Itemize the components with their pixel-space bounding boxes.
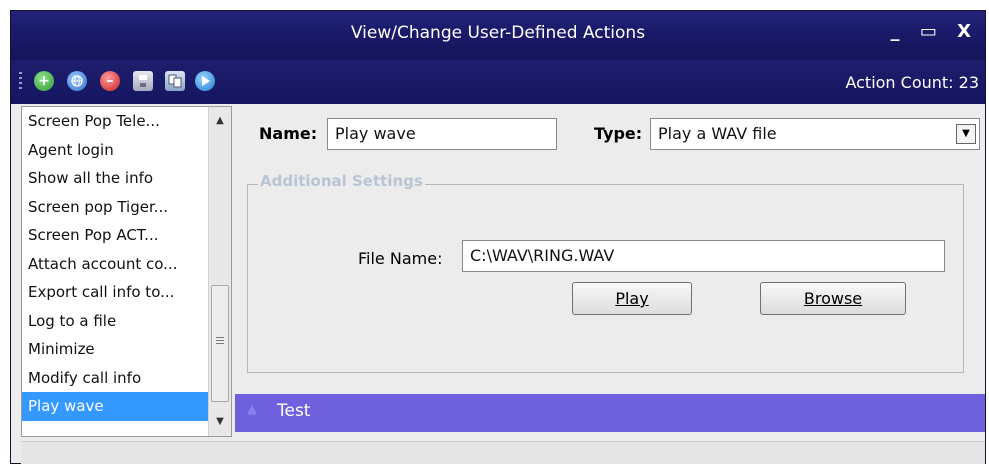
action-list-item[interactable]: Screen Pop ACT... xyxy=(22,221,231,250)
test-section-label: Test xyxy=(277,401,311,421)
action-list-item[interactable]: Log to a file xyxy=(22,307,231,336)
action-list[interactable]: Screen Pop Tele... Agent login Show all th… xyxy=(21,106,232,437)
action-list-item[interactable]: Play wave xyxy=(22,392,231,421)
list-scrollbar[interactable]: ▲ ▼ xyxy=(208,107,231,436)
action-list-item[interactable]: Screen pop Tiger... xyxy=(22,193,231,222)
play-glyph-icon xyxy=(202,76,210,86)
scrollbar-grip-icon xyxy=(216,337,224,346)
close-button[interactable]: X xyxy=(957,21,971,42)
toolbar: + – Action Count: 23 xyxy=(11,60,985,104)
copy-glyph-icon xyxy=(168,74,182,88)
dropdown-arrow-icon[interactable]: ▼ xyxy=(956,124,976,144)
toolbar-grip-icon[interactable] xyxy=(19,72,22,92)
maximize-button[interactable]: ▭ xyxy=(920,21,937,42)
action-list-item[interactable]: Screen Pop Tele... xyxy=(22,107,231,136)
action-list-item[interactable]: Attach account co... xyxy=(22,250,231,279)
file-name-field[interactable]: C:\WAV\RING.WAV xyxy=(462,240,945,272)
action-list-item[interactable]: Minimize xyxy=(22,335,231,364)
type-select[interactable]: Play a WAV file ▼ xyxy=(650,118,980,150)
action-list-item[interactable]: Modify call info xyxy=(22,364,231,393)
delete-icon[interactable]: – xyxy=(100,71,120,91)
window-title: View/Change User-Defined Actions xyxy=(350,23,646,43)
status-bar xyxy=(21,441,985,464)
copy-icon[interactable] xyxy=(165,71,185,91)
scroll-up-arrow-icon[interactable]: ▲ xyxy=(209,111,231,131)
add-icon[interactable]: + xyxy=(34,71,54,91)
type-select-value: Play a WAV file xyxy=(658,124,777,143)
action-editor: Name: Play wave Type: Play a WAV file ▼ … xyxy=(235,106,985,437)
window-controls: _ ▭ X xyxy=(877,21,971,42)
browse-button[interactable]: Browse xyxy=(760,282,906,315)
globe-glyph-icon xyxy=(71,75,83,87)
main-window: View/Change User-Defined Actions _ ▭ X +… xyxy=(10,10,986,464)
scroll-down-arrow-icon[interactable]: ▼ xyxy=(209,412,231,432)
test-section-header[interactable]: ▲ Test xyxy=(235,394,985,432)
name-field[interactable]: Play wave xyxy=(327,118,557,150)
play-icon[interactable] xyxy=(195,71,215,91)
additional-settings-title: Additional Settings xyxy=(258,172,425,190)
action-list-item[interactable]: Agent login xyxy=(22,136,231,165)
name-label: Name: xyxy=(259,124,318,143)
action-count-label: Action Count: 23 xyxy=(845,73,979,92)
floppy-glyph-icon xyxy=(139,75,147,87)
title-bar[interactable]: View/Change User-Defined Actions _ ▭ X xyxy=(11,11,985,60)
type-label: Type: xyxy=(594,124,643,143)
additional-settings-group xyxy=(247,184,964,373)
play-button[interactable]: Play xyxy=(572,282,692,315)
save-icon[interactable] xyxy=(133,71,153,91)
action-list-items: Screen Pop Tele... Agent login Show all th… xyxy=(22,107,231,421)
action-list-item[interactable]: Show all the info xyxy=(22,164,231,193)
file-name-label: File Name: xyxy=(358,249,443,268)
scrollbar-thumb[interactable] xyxy=(211,285,229,402)
expand-triangle-icon[interactable]: ▲ xyxy=(247,402,257,417)
globe-icon[interactable] xyxy=(67,71,87,91)
action-list-item[interactable]: Export call info to... xyxy=(22,278,231,307)
minimize-button[interactable]: _ xyxy=(891,21,900,42)
